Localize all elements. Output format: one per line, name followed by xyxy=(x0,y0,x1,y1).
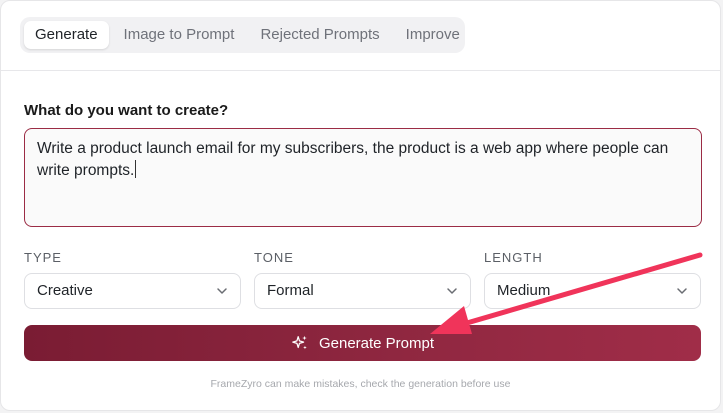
chevron-down-icon xyxy=(217,288,227,294)
sparkles-icon xyxy=(292,335,307,350)
prompt-text: Write a product launch email for my subs… xyxy=(37,140,669,179)
prompt-question-label: What do you want to create? xyxy=(24,102,229,119)
type-select-value: Creative xyxy=(37,282,93,299)
tab-generate[interactable]: Generate xyxy=(24,21,109,49)
tab-image-to-prompt[interactable]: Image to Prompt xyxy=(113,21,246,49)
tone-select-value: Formal xyxy=(267,282,314,299)
divider xyxy=(1,70,720,71)
generate-prompt-label: Generate Prompt xyxy=(318,334,435,352)
tab-bar: Generate Image to Prompt Rejected Prompt… xyxy=(20,17,465,53)
annotation-arrow-icon xyxy=(430,252,703,334)
text-caret xyxy=(135,160,137,178)
type-label: TYPE xyxy=(24,250,62,265)
tab-improve[interactable]: Improve xyxy=(395,21,471,49)
disclaimer-text: FrameZyro can make mistakes, check the g… xyxy=(210,378,511,390)
type-select[interactable]: Creative xyxy=(24,273,241,309)
generator-card: Generate Image to Prompt Rejected Prompt… xyxy=(0,0,721,411)
tone-label: TONE xyxy=(254,250,294,265)
tab-rejected-prompts[interactable]: Rejected Prompts xyxy=(249,21,390,49)
prompt-textarea[interactable]: Write a product launch email for my subs… xyxy=(24,128,702,227)
